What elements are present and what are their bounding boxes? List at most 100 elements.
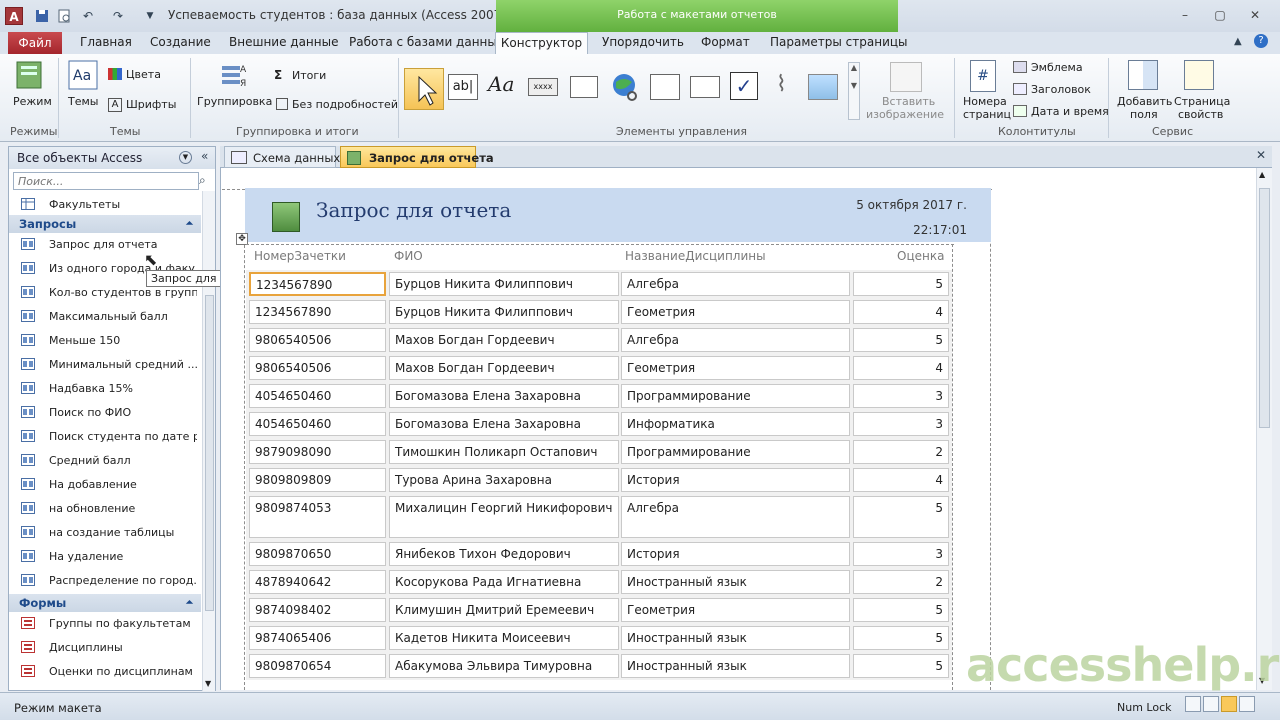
report-date[interactable]: 5 октября 2017 г. [820, 198, 967, 212]
hide-details-button[interactable]: Без подробностей [292, 98, 398, 111]
collapse-ribbon-icon[interactable]: ▲ [1234, 36, 1242, 47]
nav-section-queries[interactable]: Запросы ⏶ [9, 215, 201, 233]
cell-grade[interactable]: 2 [853, 440, 949, 464]
hyperlink-tool-icon[interactable] [610, 72, 640, 105]
tab-control-tool-icon[interactable] [570, 76, 598, 98]
property-sheet-icon[interactable] [1184, 60, 1214, 90]
nav-item-query[interactable]: Поиск студента по дате р... [9, 425, 201, 449]
nav-item-query[interactable]: На добавление [9, 473, 201, 497]
cell-grade[interactable]: 5 [853, 598, 949, 622]
column-header-discipline[interactable]: НазваниеДисциплины [625, 249, 766, 263]
cell-student-name[interactable]: Махов Богдан Гордеевич [389, 356, 619, 380]
close-document-icon[interactable]: ✕ [1256, 148, 1266, 162]
nav-item-form[interactable]: Оценки по дисциплинам [9, 660, 201, 684]
close-window-button[interactable]: ✕ [1243, 6, 1267, 24]
cell-grade[interactable]: 5 [853, 626, 949, 650]
doc-tab-report[interactable]: Запрос для отчета [340, 146, 494, 168]
cell-record-book[interactable]: 4878940642 [249, 570, 386, 594]
nav-item-query[interactable]: Поиск по ФИО [9, 401, 201, 425]
logo-button[interactable]: Эмблема [1031, 61, 1083, 74]
themes-button[interactable]: Aa [68, 60, 98, 93]
tab-create[interactable]: Создание [150, 35, 211, 49]
tab-page-setup[interactable]: Параметры страницы [770, 35, 908, 49]
cell-grade[interactable]: 3 [853, 384, 949, 408]
colors-button[interactable]: Цвета [126, 68, 161, 81]
cell-discipline[interactable]: Информатика [621, 412, 850, 436]
collapse-section-icon[interactable]: ⏶ [186, 215, 193, 233]
cell-discipline[interactable]: Алгебра [621, 496, 850, 538]
cell-record-book[interactable]: 9809870654 [249, 654, 386, 678]
cell-record-book[interactable]: 9874098402 [249, 598, 386, 622]
report-time[interactable]: 22:17:01 [820, 223, 967, 237]
cell-discipline[interactable]: Геометрия [621, 356, 850, 380]
tab-arrange[interactable]: Упорядочить [602, 35, 684, 49]
cell-discipline[interactable]: Иностранный язык [621, 626, 850, 650]
cell-record-book[interactable]: 9809809809 [249, 468, 386, 492]
cell-record-book[interactable]: 1234567890 [249, 300, 386, 324]
fonts-button[interactable]: Шрифты [126, 98, 176, 111]
button-tool-icon[interactable]: xxxx [528, 78, 558, 96]
cell-discipline[interactable]: Программирование [621, 440, 850, 464]
report-view-icon[interactable] [1185, 696, 1201, 712]
cell-record-book[interactable]: 9809870650 [249, 542, 386, 566]
cell-record-book[interactable]: 9879098090 [249, 440, 386, 464]
select-tool-button[interactable] [404, 68, 444, 110]
page-numbers-icon[interactable]: # [970, 60, 996, 92]
cell-grade[interactable]: 5 [853, 272, 949, 296]
nav-item-form[interactable]: Дисциплины [9, 636, 201, 660]
cell-discipline[interactable]: Иностранный язык [621, 570, 850, 594]
cell-student-name[interactable]: Кадетов Никита Моисеевич [389, 626, 619, 650]
cell-discipline[interactable]: Геометрия [621, 300, 850, 324]
cell-student-name[interactable]: Михалицин Георгий Никифорович [389, 496, 619, 538]
add-fields-icon[interactable] [1128, 60, 1158, 90]
cell-student-name[interactable]: Климушин Дмитрий Еремеевич [389, 598, 619, 622]
minimize-button[interactable]: – [1173, 6, 1197, 24]
totals-button[interactable]: Итоги [292, 69, 326, 82]
tab-file[interactable]: Файл [8, 32, 62, 54]
cell-grade[interactable]: 3 [853, 412, 949, 436]
maximize-button[interactable]: ▢ [1208, 6, 1232, 24]
cell-discipline[interactable]: Программирование [621, 384, 850, 408]
cell-record-book[interactable]: 9809874053 [249, 496, 386, 538]
print-preview-icon[interactable] [56, 8, 72, 24]
cell-student-name[interactable]: Абакумова Эльвира Тимуровна [389, 654, 619, 678]
insert-image-label-1[interactable]: Вставить [882, 95, 935, 108]
tab-design[interactable]: Конструктор [495, 32, 588, 55]
column-header-grade[interactable]: Оценка [897, 249, 944, 263]
cell-discipline[interactable]: История [621, 468, 850, 492]
nav-item-query[interactable]: Максимальный балл [9, 305, 201, 329]
print-preview-view-icon[interactable] [1203, 696, 1219, 712]
nav-item-query[interactable]: Минимальный средний ... [9, 353, 201, 377]
cell-student-name[interactable]: Богомазова Елена Захаровна [389, 384, 619, 408]
cell-grade[interactable]: 2 [853, 570, 949, 594]
nav-item-query[interactable]: Меньше 150 [9, 329, 201, 353]
layout-view-icon[interactable] [1221, 696, 1237, 712]
cell-grade[interactable]: 4 [853, 468, 949, 492]
nav-item-query[interactable]: Надбавка 15% [9, 377, 201, 401]
label-tool-icon[interactable]: Aa [488, 72, 514, 96]
nav-pane-header[interactable]: Все объекты Access ▼ « [9, 147, 215, 169]
cell-student-name[interactable]: Косорукова Рада Игнатиевна [389, 570, 619, 594]
listbox-tool-icon[interactable] [650, 74, 680, 100]
cell-student-name[interactable]: Махов Богдан Гордеевич [389, 328, 619, 352]
nav-item-query[interactable]: На удаление [9, 545, 201, 569]
nav-search-input[interactable] [13, 172, 199, 190]
nav-item-query[interactable]: на создание таблицы [9, 521, 201, 545]
cell-discipline[interactable]: Геометрия [621, 598, 850, 622]
cell-record-book[interactable]: 9874065406 [249, 626, 386, 650]
cell-student-name[interactable]: Турова Арина Захаровна [389, 468, 619, 492]
insert-image-label-2[interactable]: изображение [866, 108, 944, 121]
nav-scroll-thumb[interactable] [205, 295, 214, 611]
help-icon[interactable]: ? [1254, 34, 1268, 48]
cell-grade[interactable]: 3 [853, 542, 949, 566]
title-button[interactable]: Заголовок [1031, 83, 1091, 96]
nav-menu-dropdown-icon[interactable]: ▼ [179, 151, 192, 164]
image-tool-icon[interactable] [808, 74, 838, 100]
doc-tab-schema[interactable]: Схема данных [224, 146, 340, 168]
customize-qat-icon[interactable]: ▼ [142, 8, 158, 24]
column-header-name[interactable]: ФИО [394, 249, 423, 263]
cell-record-book[interactable]: 4054650460 [249, 412, 386, 436]
cell-grade[interactable]: 5 [853, 654, 949, 678]
redo-icon[interactable]: ↷ [110, 8, 126, 24]
nav-item-query[interactable]: на обновление [9, 497, 201, 521]
